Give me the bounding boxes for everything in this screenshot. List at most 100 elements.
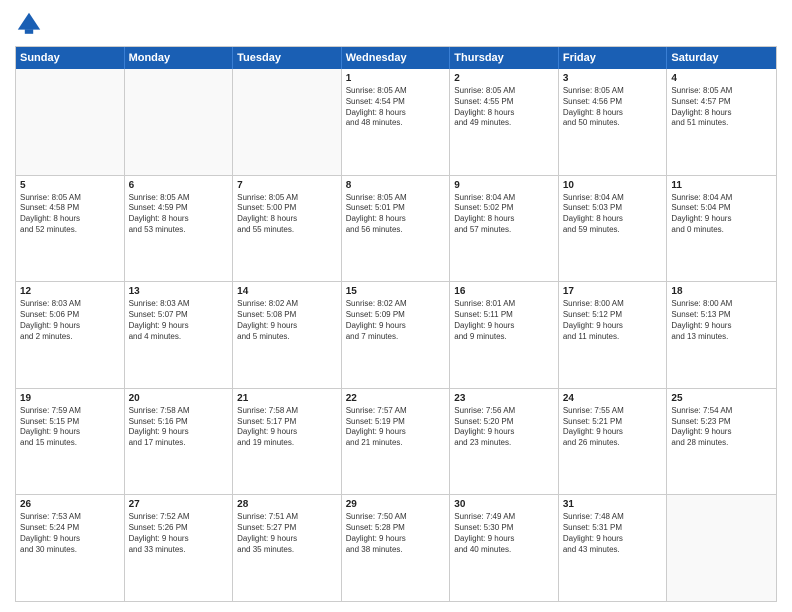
cell-daylight-info: Sunrise: 7:50 AM Sunset: 5:28 PM Dayligh… (346, 512, 446, 555)
logo-icon (15, 10, 43, 38)
cell-daylight-info: Sunrise: 7:55 AM Sunset: 5:21 PM Dayligh… (563, 406, 663, 449)
day-number: 26 (20, 498, 120, 511)
logo (15, 10, 47, 38)
cell-daylight-info: Sunrise: 7:49 AM Sunset: 5:30 PM Dayligh… (454, 512, 554, 555)
calendar-cell: 3Sunrise: 8:05 AM Sunset: 4:56 PM Daylig… (559, 69, 668, 175)
calendar-cell: 9Sunrise: 8:04 AM Sunset: 5:02 PM Daylig… (450, 176, 559, 282)
cell-daylight-info: Sunrise: 8:03 AM Sunset: 5:06 PM Dayligh… (20, 299, 120, 342)
day-number: 10 (563, 179, 663, 192)
day-number: 17 (563, 285, 663, 298)
calendar-cell: 29Sunrise: 7:50 AM Sunset: 5:28 PM Dayli… (342, 495, 451, 601)
calendar-cell: 15Sunrise: 8:02 AM Sunset: 5:09 PM Dayli… (342, 282, 451, 388)
day-number: 19 (20, 392, 120, 405)
calendar-cell (233, 69, 342, 175)
cell-daylight-info: Sunrise: 8:01 AM Sunset: 5:11 PM Dayligh… (454, 299, 554, 342)
day-number: 2 (454, 72, 554, 85)
cell-daylight-info: Sunrise: 7:56 AM Sunset: 5:20 PM Dayligh… (454, 406, 554, 449)
day-number: 6 (129, 179, 229, 192)
calendar-cell (125, 69, 234, 175)
day-number: 24 (563, 392, 663, 405)
calendar-cell: 18Sunrise: 8:00 AM Sunset: 5:13 PM Dayli… (667, 282, 776, 388)
calendar-cell: 2Sunrise: 8:05 AM Sunset: 4:55 PM Daylig… (450, 69, 559, 175)
day-header-tuesday: Tuesday (233, 47, 342, 69)
calendar-cell: 24Sunrise: 7:55 AM Sunset: 5:21 PM Dayli… (559, 389, 668, 495)
day-number: 22 (346, 392, 446, 405)
cell-daylight-info: Sunrise: 7:57 AM Sunset: 5:19 PM Dayligh… (346, 406, 446, 449)
day-number: 7 (237, 179, 337, 192)
calendar-cell: 30Sunrise: 7:49 AM Sunset: 5:30 PM Dayli… (450, 495, 559, 601)
calendar-cell: 21Sunrise: 7:58 AM Sunset: 5:17 PM Dayli… (233, 389, 342, 495)
day-number: 15 (346, 285, 446, 298)
cell-daylight-info: Sunrise: 7:58 AM Sunset: 5:17 PM Dayligh… (237, 406, 337, 449)
day-header-saturday: Saturday (667, 47, 776, 69)
day-header-friday: Friday (559, 47, 668, 69)
cell-daylight-info: Sunrise: 8:04 AM Sunset: 5:04 PM Dayligh… (671, 193, 772, 236)
page: SundayMondayTuesdayWednesdayThursdayFrid… (0, 0, 792, 612)
day-number: 8 (346, 179, 446, 192)
calendar-cell (667, 495, 776, 601)
calendar-cell: 7Sunrise: 8:05 AM Sunset: 5:00 PM Daylig… (233, 176, 342, 282)
day-number: 9 (454, 179, 554, 192)
cell-daylight-info: Sunrise: 7:48 AM Sunset: 5:31 PM Dayligh… (563, 512, 663, 555)
day-number: 28 (237, 498, 337, 511)
cell-daylight-info: Sunrise: 8:02 AM Sunset: 5:08 PM Dayligh… (237, 299, 337, 342)
day-number: 5 (20, 179, 120, 192)
calendar-cell: 25Sunrise: 7:54 AM Sunset: 5:23 PM Dayli… (667, 389, 776, 495)
calendar-cell: 11Sunrise: 8:04 AM Sunset: 5:04 PM Dayli… (667, 176, 776, 282)
day-number: 21 (237, 392, 337, 405)
calendar-cell: 1Sunrise: 8:05 AM Sunset: 4:54 PM Daylig… (342, 69, 451, 175)
cell-daylight-info: Sunrise: 7:59 AM Sunset: 5:15 PM Dayligh… (20, 406, 120, 449)
calendar-header: SundayMondayTuesdayWednesdayThursdayFrid… (16, 47, 776, 69)
calendar-cell (16, 69, 125, 175)
cell-daylight-info: Sunrise: 7:58 AM Sunset: 5:16 PM Dayligh… (129, 406, 229, 449)
calendar-cell: 31Sunrise: 7:48 AM Sunset: 5:31 PM Dayli… (559, 495, 668, 601)
day-number: 31 (563, 498, 663, 511)
cell-daylight-info: Sunrise: 8:05 AM Sunset: 4:59 PM Dayligh… (129, 193, 229, 236)
cell-daylight-info: Sunrise: 8:00 AM Sunset: 5:13 PM Dayligh… (671, 299, 772, 342)
cell-daylight-info: Sunrise: 8:04 AM Sunset: 5:03 PM Dayligh… (563, 193, 663, 236)
calendar-cell: 16Sunrise: 8:01 AM Sunset: 5:11 PM Dayli… (450, 282, 559, 388)
cell-daylight-info: Sunrise: 8:00 AM Sunset: 5:12 PM Dayligh… (563, 299, 663, 342)
cell-daylight-info: Sunrise: 7:54 AM Sunset: 5:23 PM Dayligh… (671, 406, 772, 449)
calendar: SundayMondayTuesdayWednesdayThursdayFrid… (15, 46, 777, 602)
day-header-wednesday: Wednesday (342, 47, 451, 69)
cell-daylight-info: Sunrise: 7:53 AM Sunset: 5:24 PM Dayligh… (20, 512, 120, 555)
cell-daylight-info: Sunrise: 8:02 AM Sunset: 5:09 PM Dayligh… (346, 299, 446, 342)
day-header-thursday: Thursday (450, 47, 559, 69)
day-number: 3 (563, 72, 663, 85)
cell-daylight-info: Sunrise: 7:52 AM Sunset: 5:26 PM Dayligh… (129, 512, 229, 555)
day-header-monday: Monday (125, 47, 234, 69)
calendar-cell: 17Sunrise: 8:00 AM Sunset: 5:12 PM Dayli… (559, 282, 668, 388)
calendar-cell: 4Sunrise: 8:05 AM Sunset: 4:57 PM Daylig… (667, 69, 776, 175)
calendar-body: 1Sunrise: 8:05 AM Sunset: 4:54 PM Daylig… (16, 69, 776, 601)
cell-daylight-info: Sunrise: 8:05 AM Sunset: 5:00 PM Dayligh… (237, 193, 337, 236)
calendar-cell: 20Sunrise: 7:58 AM Sunset: 5:16 PM Dayli… (125, 389, 234, 495)
day-number: 27 (129, 498, 229, 511)
calendar-cell: 22Sunrise: 7:57 AM Sunset: 5:19 PM Dayli… (342, 389, 451, 495)
cell-daylight-info: Sunrise: 8:05 AM Sunset: 4:55 PM Dayligh… (454, 86, 554, 129)
calendar-cell: 27Sunrise: 7:52 AM Sunset: 5:26 PM Dayli… (125, 495, 234, 601)
calendar-row: 5Sunrise: 8:05 AM Sunset: 4:58 PM Daylig… (16, 175, 776, 282)
cell-daylight-info: Sunrise: 8:05 AM Sunset: 5:01 PM Dayligh… (346, 193, 446, 236)
day-number: 18 (671, 285, 772, 298)
calendar-cell: 13Sunrise: 8:03 AM Sunset: 5:07 PM Dayli… (125, 282, 234, 388)
calendar-cell: 26Sunrise: 7:53 AM Sunset: 5:24 PM Dayli… (16, 495, 125, 601)
cell-daylight-info: Sunrise: 8:04 AM Sunset: 5:02 PM Dayligh… (454, 193, 554, 236)
cell-daylight-info: Sunrise: 7:51 AM Sunset: 5:27 PM Dayligh… (237, 512, 337, 555)
cell-daylight-info: Sunrise: 8:05 AM Sunset: 4:54 PM Dayligh… (346, 86, 446, 129)
calendar-cell: 6Sunrise: 8:05 AM Sunset: 4:59 PM Daylig… (125, 176, 234, 282)
day-number: 23 (454, 392, 554, 405)
day-number: 13 (129, 285, 229, 298)
cell-daylight-info: Sunrise: 8:05 AM Sunset: 4:57 PM Dayligh… (671, 86, 772, 129)
cell-daylight-info: Sunrise: 8:05 AM Sunset: 4:58 PM Dayligh… (20, 193, 120, 236)
day-number: 16 (454, 285, 554, 298)
cell-daylight-info: Sunrise: 8:03 AM Sunset: 5:07 PM Dayligh… (129, 299, 229, 342)
day-number: 20 (129, 392, 229, 405)
calendar-row: 19Sunrise: 7:59 AM Sunset: 5:15 PM Dayli… (16, 388, 776, 495)
calendar-row: 26Sunrise: 7:53 AM Sunset: 5:24 PM Dayli… (16, 494, 776, 601)
calendar-cell: 10Sunrise: 8:04 AM Sunset: 5:03 PM Dayli… (559, 176, 668, 282)
day-number: 14 (237, 285, 337, 298)
day-header-sunday: Sunday (16, 47, 125, 69)
day-number: 29 (346, 498, 446, 511)
day-number: 25 (671, 392, 772, 405)
